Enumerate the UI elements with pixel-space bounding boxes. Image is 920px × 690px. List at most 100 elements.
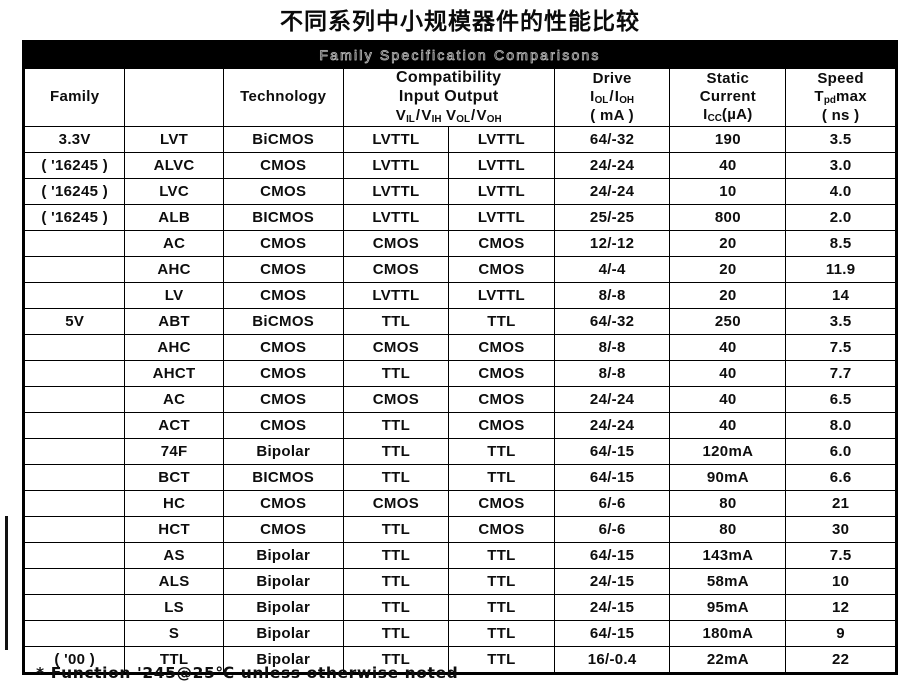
cell-technology: CMOS <box>222 151 344 179</box>
compatibility-line-2: Input Output <box>398 87 499 105</box>
cell-subfamily: AC <box>124 229 224 257</box>
cell-subfamily: 74F <box>124 437 224 465</box>
cell-speed: 2.0 <box>785 203 896 231</box>
cell-output: TTL <box>448 619 555 647</box>
cell-input: TTL <box>342 463 450 491</box>
cell-input: TTL <box>342 567 450 595</box>
table-row: BCT BICMOS TTL TTL 64/-15 90mA 6.6 <box>23 463 896 491</box>
scan-edge-artifact <box>5 516 8 650</box>
cell-technology: CMOS <box>222 489 344 517</box>
table-row: HCT CMOS TTL CMOS 6/-6 80 30 <box>23 515 896 543</box>
cell-static-current: 180mA <box>669 619 787 647</box>
cell-static-current: 40 <box>669 385 787 413</box>
static-current-line-1: Static <box>706 70 750 88</box>
table-row: AS Bipolar TTL TTL 64/-15 143mA 7.5 <box>23 541 896 569</box>
cell-speed: 8.5 <box>785 229 896 257</box>
cell-output: CMOS <box>448 255 555 283</box>
cell-input: LVTTL <box>342 203 450 231</box>
cell-static-current: 40 <box>669 359 787 387</box>
cell-speed: 6.0 <box>785 437 896 465</box>
cell-family: ( '16245 ) <box>23 151 126 179</box>
cell-drive: 64/-15 <box>553 541 671 569</box>
column-header-family: Family <box>23 68 126 127</box>
cell-input: TTL <box>342 437 450 465</box>
cell-speed: 14 <box>785 281 896 309</box>
table-row: S Bipolar TTL TTL 64/-15 180mA 9 <box>23 619 896 647</box>
cell-speed: 30 <box>785 515 896 543</box>
header-row: Family Technology Compatibility Input Ou… <box>23 68 896 127</box>
compatibility-line-1: Compatibility <box>396 69 502 86</box>
cell-input: TTL <box>342 593 450 621</box>
cell-input: TTL <box>342 411 450 439</box>
cell-output: CMOS <box>448 515 555 543</box>
cell-drive: 64/-15 <box>553 619 671 647</box>
cell-subfamily: AC <box>124 385 224 413</box>
cell-subfamily: ALB <box>124 203 224 231</box>
cell-technology: CMOS <box>222 333 344 361</box>
table-row: ALS Bipolar TTL TTL 24/-15 58mA 10 <box>23 567 896 595</box>
table-row: 74F Bipolar TTL TTL 64/-15 120mA 6.0 <box>23 437 896 465</box>
cell-static-current: 143mA <box>669 541 787 569</box>
column-header-speed: Speed Tpdmax ( ns ) <box>785 68 896 127</box>
cell-speed: 3.5 <box>785 307 896 335</box>
cell-static-current: 22mA <box>669 645 787 673</box>
cell-output: CMOS <box>448 359 555 387</box>
page-title: 不同系列中小规模器件的性能比较 <box>280 9 640 35</box>
static-current-line-2: Current <box>699 87 757 105</box>
table-row: ( '16245 ) ALVC CMOS LVTTL LVTTL 24/-24 40 3.0 <box>23 151 896 179</box>
compatibility-voltage-symbols: VIL/VIH VOL/VOH <box>395 106 502 125</box>
cell-family <box>23 489 126 517</box>
cell-family: ( '16245 ) <box>23 177 126 205</box>
cell-drive: 8/-8 <box>553 281 671 309</box>
speed-symbol: Tpdmax <box>814 87 867 107</box>
cell-subfamily: HCT <box>124 515 224 543</box>
cell-input: CMOS <box>342 255 450 283</box>
table-row: AHCT CMOS TTL CMOS 8/-8 40 7.7 <box>23 359 896 387</box>
cell-technology: BICMOS <box>222 203 344 231</box>
table-banner-title: Family Specification Comparisons <box>319 47 601 64</box>
cell-input: TTL <box>342 619 450 647</box>
cell-drive: 24/-15 <box>553 567 671 595</box>
family-specification-table: Family Technology Compatibility Input Ou… <box>23 68 896 673</box>
table-row: LS Bipolar TTL TTL 24/-15 95mA 12 <box>23 593 896 621</box>
cell-family <box>23 463 126 491</box>
cell-input: CMOS <box>342 229 450 257</box>
column-header-drive: Drive IOL/IOH ( mA ) <box>553 68 671 127</box>
cell-speed: 3.5 <box>785 125 896 153</box>
cell-family <box>23 281 126 309</box>
cell-technology: Bipolar <box>222 567 344 595</box>
cell-subfamily: ALS <box>124 567 224 595</box>
cell-technology: BICMOS <box>222 463 344 491</box>
cell-output: LVTTL <box>448 281 555 309</box>
cell-family <box>23 437 126 465</box>
cell-speed: 9 <box>785 619 896 647</box>
cell-technology: BiCMOS <box>222 307 344 335</box>
cell-output: LVTTL <box>448 125 555 153</box>
cell-output: TTL <box>448 593 555 621</box>
cell-subfamily: BCT <box>124 463 224 491</box>
cell-subfamily: S <box>124 619 224 647</box>
cell-family: ( '16245 ) <box>23 203 126 231</box>
cell-static-current: 20 <box>669 229 787 257</box>
cell-speed: 8.0 <box>785 411 896 439</box>
cell-input: LVTTL <box>342 125 450 153</box>
cell-speed: 3.0 <box>785 151 896 179</box>
cell-technology: BiCMOS <box>222 125 344 153</box>
cell-subfamily: LS <box>124 593 224 621</box>
cell-speed: 12 <box>785 593 896 621</box>
cell-technology: CMOS <box>222 177 344 205</box>
static-current-symbol: ICC(µA) <box>703 105 753 124</box>
cell-drive: 6/-6 <box>553 515 671 543</box>
cell-output: TTL <box>448 567 555 595</box>
cell-family <box>23 567 126 595</box>
cell-technology: CMOS <box>222 255 344 283</box>
cell-family <box>23 541 126 569</box>
cell-input: TTL <box>342 359 450 387</box>
cell-static-current: 40 <box>669 411 787 439</box>
cell-drive: 24/-24 <box>553 385 671 413</box>
cell-speed: 7.5 <box>785 541 896 569</box>
cell-static-current: 80 <box>669 515 787 543</box>
cell-static-current: 190 <box>669 125 787 153</box>
cell-static-current: 10 <box>669 177 787 205</box>
table-row: AC CMOS CMOS CMOS 12/-12 20 8.5 <box>23 229 896 257</box>
